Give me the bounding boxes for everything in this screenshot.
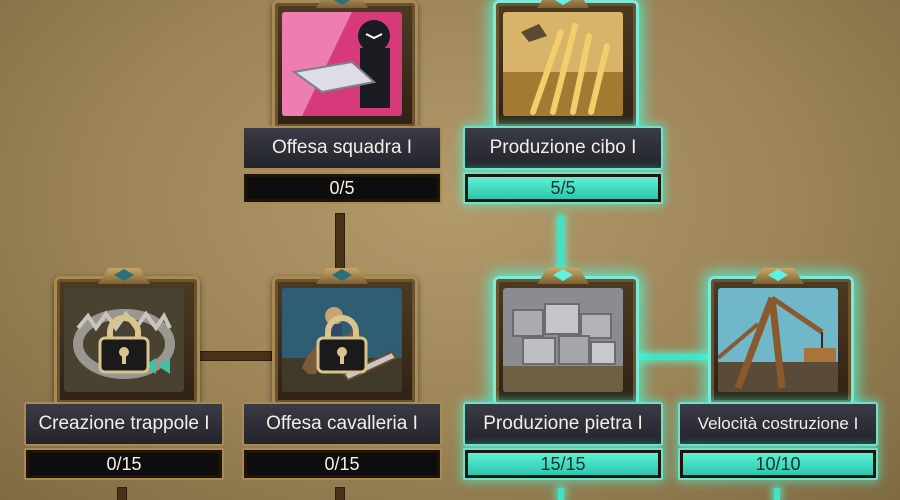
skill-progress-text: 0/15 [324, 453, 360, 474]
skill-progress-text: 0/15 [106, 453, 142, 474]
skill-progress-bar: 0/15 [24, 448, 224, 480]
skill-title: Creazione trappole I [24, 402, 224, 446]
connector-cavalleria-down [336, 488, 344, 500]
skill-title: Offesa squadra I [242, 126, 442, 170]
lock-icon [314, 314, 370, 374]
stone-icon [503, 288, 623, 392]
crane-icon [718, 288, 838, 392]
connector-pietra-down [558, 488, 564, 500]
skill-progress-bar: 0/15 [242, 448, 442, 480]
connector-trappole-down [118, 488, 126, 500]
skill-progress-bar: 0/5 [242, 172, 442, 204]
ninja-blade-icon [282, 12, 402, 116]
skill-offesa-cavalleria[interactable]: Offesa cavalleria I 0/15 [242, 262, 442, 480]
skill-progress-text: 0/5 [329, 177, 355, 198]
skill-progress-text: 15/15 [540, 453, 586, 474]
skill-title: Produzione cibo I [463, 126, 663, 170]
skill-progress-bar: 5/5 [463, 172, 663, 204]
wheat-icon [503, 12, 623, 116]
lock-icon [96, 314, 152, 374]
skill-creazione-trappole[interactable]: Creazione trappole I 0/15 [24, 262, 224, 480]
connector-costruzione-down [774, 488, 780, 500]
skill-produzione-cibo[interactable]: Produzione cibo I 5/5 [463, 0, 663, 204]
skill-progress-bar: 15/15 [463, 448, 663, 480]
skill-progress-bar: 10/10 [678, 448, 878, 480]
skill-progress-text: 10/10 [755, 453, 801, 474]
skill-offesa-squadra[interactable]: Offesa squadra I 0/5 [242, 0, 442, 204]
skill-title: Produzione pietra I [463, 402, 663, 446]
skill-produzione-pietra[interactable]: Produzione pietra I 15/15 [463, 262, 663, 480]
skill-title: Velocità costruzione I [678, 402, 878, 446]
skill-progress-text: 5/5 [550, 177, 576, 198]
skill-title: Offesa cavalleria I [242, 402, 442, 446]
skill-velocita-costruzione[interactable]: Velocità costruzione I 10/10 [678, 262, 878, 480]
